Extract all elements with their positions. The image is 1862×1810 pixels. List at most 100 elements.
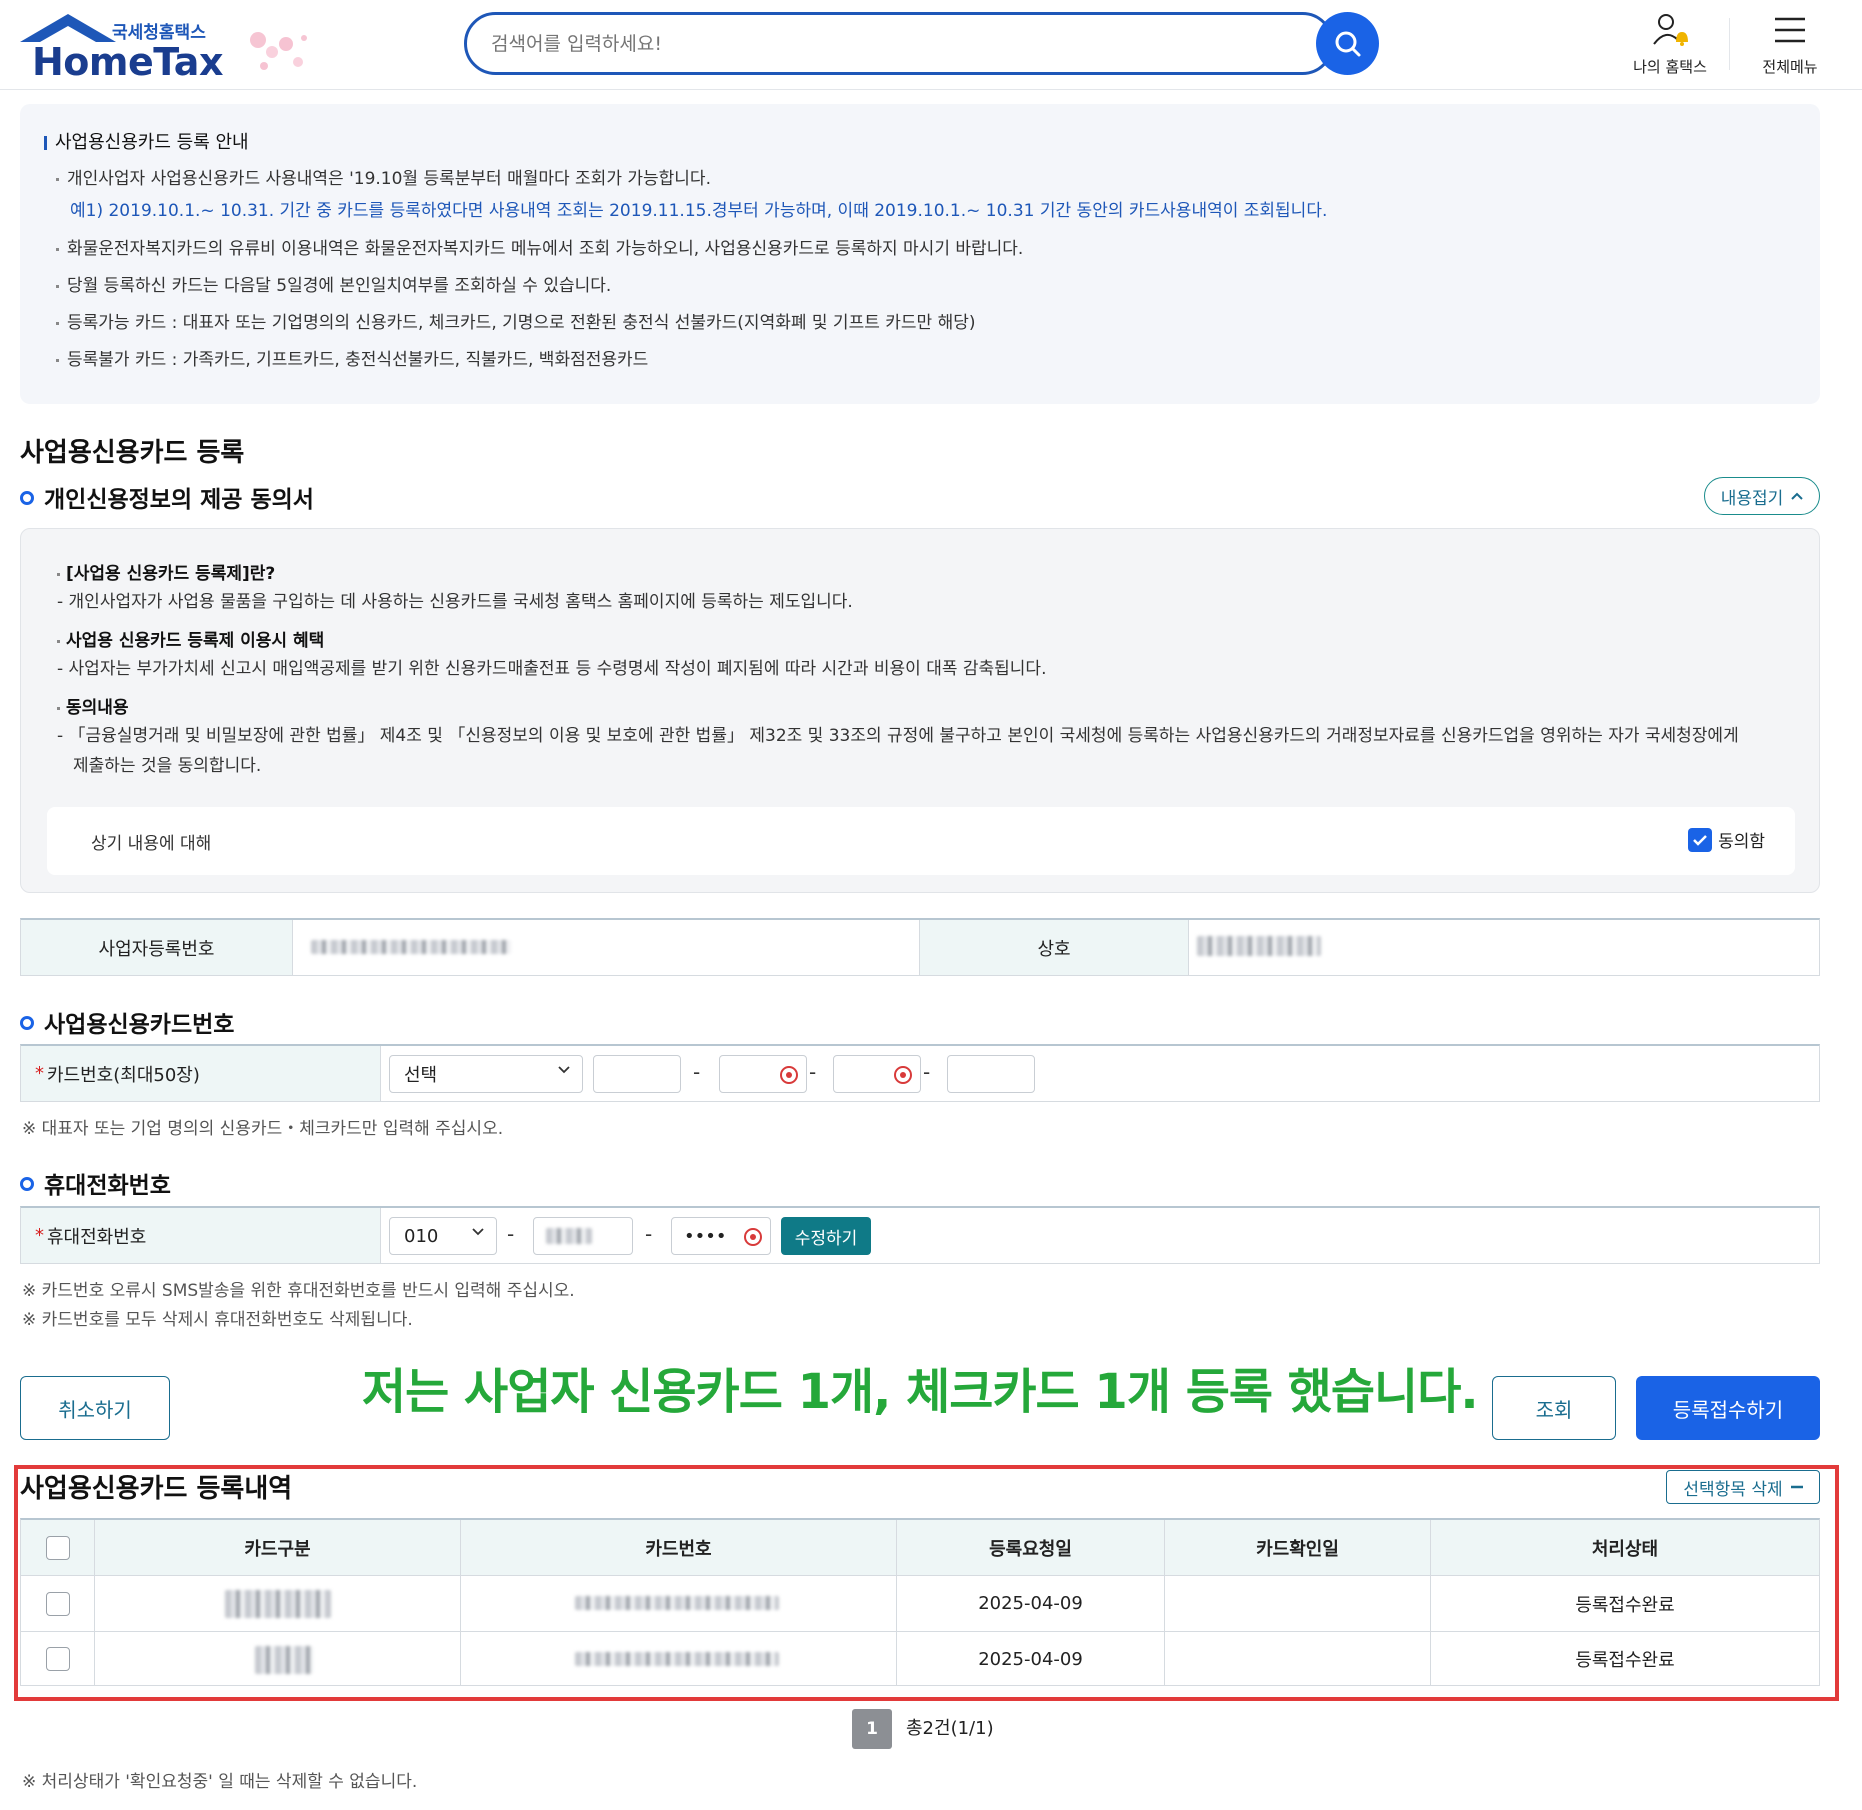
collapse-button[interactable]: 내용접기 [1704, 477, 1820, 515]
company-name-label: 상호 [919, 920, 1189, 975]
consent-text: - 「금융실명거래 및 비밀보장에 관한 법률」 제4조 및 「신용정보의 이용… [57, 726, 1739, 746]
phone-last-input[interactable]: •••• [671, 1217, 771, 1255]
company-name-value-redacted [1197, 936, 1321, 956]
col-request-date: 등록요청일 [897, 1520, 1165, 1575]
status: 등록접수완료 [1575, 1594, 1675, 1616]
search-button[interactable] [1316, 12, 1379, 75]
table-row[interactable]: 2025-04-09 등록접수완료 [21, 1576, 1819, 1632]
phone-note: ※ 카드번호를 모두 삭제시 휴대전화번호도 삭제됩니다. [22, 1310, 413, 1330]
reg-no-label: 사업자등록번호 [21, 920, 293, 975]
confirm-date [1165, 1576, 1431, 1631]
notice-example: 예1) 2019.10.1.~ 10.31. 기간 중 카드를 등록하였다면 사… [70, 201, 1328, 221]
header-divider [1729, 18, 1730, 70]
hometax-logo[interactable]: 국세청홈택스 HomeTax [18, 12, 318, 84]
phone-middle-input[interactable] [533, 1217, 633, 1255]
row-checkbox[interactable] [45, 1591, 70, 1616]
consent-text: - 사업자는 부가가치세 신고시 매입액공제를 받기 위한 신용카드매출전표 등… [57, 659, 1047, 679]
eye-icon[interactable] [780, 1066, 798, 1084]
table-row[interactable]: 2025-04-09 등록접수완료 [21, 1632, 1819, 1686]
col-card-number: 카드번호 [461, 1520, 897, 1575]
chevron-down-icon [472, 1228, 484, 1236]
submit-registration-button[interactable]: 등록접수하기 [1636, 1376, 1820, 1440]
list-title: 사업용신용카드 등록내역 [20, 1474, 293, 1504]
col-card-type: 카드구분 [95, 1520, 461, 1575]
all-menu-label: 전체메뉴 [1762, 58, 1818, 76]
confirm-date [1165, 1632, 1431, 1686]
header: 국세청홈택스 HomeTax 나의 홈 [0, 0, 1862, 90]
table-header-row: 카드구분 카드번호 등록요청일 카드확인일 처리상태 [21, 1520, 1819, 1576]
search-list-button[interactable]: 조회 [1492, 1376, 1616, 1440]
notice-line: 등록불가 카드 : 가족카드, 기프트카드, 충전식선불카드, 직불카드, 백화… [56, 345, 648, 370]
search-bar [464, 12, 1379, 75]
consent-text: 제출하는 것을 동의합니다. [73, 756, 262, 776]
my-hometax-button[interactable]: 나의 홈택스 [1620, 10, 1720, 77]
consent-heading: [사업용 신용카드 등록제]란? [57, 559, 275, 584]
phone-note: ※ 카드번호 오류시 SMS발송을 위한 휴대전화번호를 반드시 입력해 주십시… [22, 1281, 575, 1301]
card-number-part1[interactable] [593, 1055, 681, 1093]
chevron-up-icon [1791, 492, 1803, 500]
consent-heading: 동의내용 [57, 693, 129, 718]
agree-checkbox[interactable]: 동의함 [1688, 827, 1765, 852]
annotation-overlay-text: 저는 사업자 신용카드 1개, 체크카드 1개 등록 했습니다. [362, 1364, 1479, 1420]
card-type-redacted [225, 1590, 331, 1618]
card-note: ※ 대표자 또는 기업 명의의 신용카드・체크카드만 입력해 주십시오. [22, 1119, 504, 1139]
card-input-table: * 카드번호(최대50장) 선택 - - - [20, 1044, 1820, 1102]
card-number-part3[interactable] [833, 1055, 921, 1093]
phone-label: * 휴대전화번호 [21, 1208, 381, 1263]
minus-icon [1790, 1485, 1803, 1489]
edit-phone-button[interactable]: 수정하기 [781, 1217, 871, 1255]
consent-text: - 개인사업자가 사업용 물품을 구입하는 데 사용하는 신용카드를 국세청 홈… [57, 592, 853, 612]
registration-table: 카드구분 카드번호 등록요청일 카드확인일 처리상태 2025-04-09 등록… [20, 1518, 1820, 1686]
cancel-button[interactable]: 취소하기 [20, 1376, 170, 1440]
phone-middle-redacted [546, 1228, 592, 1244]
hamburger-menu-icon [1775, 17, 1805, 43]
notice-title: 사업용신용카드 등록 안내 [44, 128, 249, 154]
status: 등록접수완료 [1575, 1650, 1675, 1671]
notice-line: 등록가능 카드 : 대표자 또는 기업명의의 신용카드, 체크카드, 기명으로 … [56, 308, 976, 333]
request-date: 2025-04-09 [897, 1576, 1165, 1631]
notice-line: 당월 등록하신 카드는 다음달 5일경에 본인일치여부를 조회하실 수 있습니다… [56, 271, 611, 296]
agree-row-label: 상기 내용에 대해 [91, 834, 212, 854]
page-1-button[interactable]: 1 [852, 1709, 892, 1749]
col-status: 처리상태 [1431, 1520, 1819, 1575]
phone-section-title: 휴대전화번호 [20, 1166, 171, 1200]
notice-line: 화물운전자복지카드의 유류비 이용내역은 화물운전자복지카드 메뉴에서 조회 가… [56, 234, 1023, 259]
card-number-redacted [575, 1652, 779, 1666]
search-input[interactable] [464, 12, 1334, 75]
delete-selected-button[interactable]: 선택항목 삭제 [1666, 1470, 1820, 1504]
notice-box: 사업용신용카드 등록 안내 개인사업자 사업용신용카드 사용내역은 '19.10… [20, 104, 1820, 404]
card-number-part2[interactable] [719, 1055, 807, 1093]
logo-title: HomeTax [32, 40, 223, 84]
eye-icon[interactable] [744, 1228, 762, 1246]
consent-box: [사업용 신용카드 등록제]란? - 개인사업자가 사업용 물품을 구입하는 데… [20, 528, 1820, 893]
reg-no-value-redacted [311, 940, 511, 954]
consent-heading: 사업용 신용카드 등록제 이용시 혜택 [57, 626, 324, 651]
row-checkbox[interactable] [45, 1647, 70, 1671]
pagination-total: 총2건(1/1) [906, 1718, 994, 1739]
business-info-table: 사업자등록번호 상호 [20, 918, 1820, 976]
card-number-redacted [575, 1596, 779, 1610]
chevron-down-icon [558, 1066, 570, 1074]
consent-section-title: 개인신용정보의 제공 동의서 [20, 480, 314, 514]
all-menu-button[interactable]: 전체메뉴 [1740, 10, 1840, 77]
footer-note: ※ 처리상태가 '확인요청중' 일 때는 삭제할 수 없습니다. [22, 1772, 418, 1792]
card-type-redacted [255, 1646, 313, 1674]
agree-row: 상기 내용에 대해 동의함 [47, 807, 1795, 875]
cherry-blossom-icon [250, 32, 307, 70]
page-title: 사업용신용카드 등록 [20, 438, 245, 468]
card-number-part4[interactable] [947, 1055, 1035, 1093]
my-hometax-label: 나의 홈택스 [1633, 58, 1707, 76]
select-all-checkbox[interactable] [45, 1535, 70, 1560]
phone-input-table: * 휴대전화번호 010 - - •••• 수정하기 [20, 1206, 1820, 1264]
col-confirm-date: 카드확인일 [1165, 1520, 1431, 1575]
search-icon [1335, 31, 1360, 56]
checkbox-checked-icon [1688, 827, 1713, 852]
eye-icon[interactable] [894, 1066, 912, 1084]
card-number-label: * 카드번호(최대50장) [21, 1046, 381, 1101]
request-date: 2025-04-09 [897, 1632, 1165, 1686]
card-type-select[interactable]: 선택 [389, 1055, 583, 1093]
phone-prefix-select[interactable]: 010 [389, 1217, 497, 1255]
agree-label: 동의함 [1718, 832, 1765, 852]
notice-line: 개인사업자 사업용신용카드 사용내역은 '19.10월 등록분부터 매월마다 조… [56, 164, 711, 189]
user-bell-icon [1653, 14, 1688, 46]
